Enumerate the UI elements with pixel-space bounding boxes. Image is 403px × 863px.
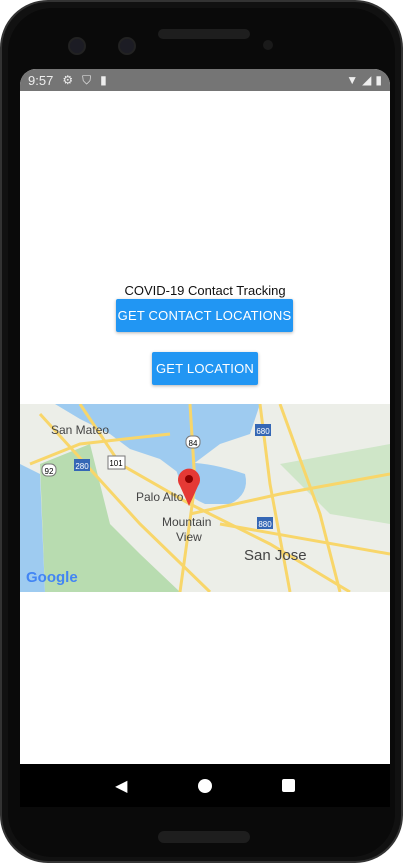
home-button[interactable]: [197, 778, 212, 793]
back-button[interactable]: ◀: [115, 776, 127, 796]
gear-icon: ⚙: [62, 73, 74, 87]
map-label-mountain-view-2: View: [176, 530, 202, 544]
battery-icon: ▮: [375, 73, 382, 87]
phone-frame: 9:57 ⚙ ⛉ ▮ ▼ ◢ ▮ COVID-19 Contact Tracki…: [0, 0, 403, 863]
shield-680: 680: [256, 427, 270, 436]
shield-280: 280: [75, 462, 89, 471]
clock: 9:57: [28, 72, 54, 88]
map-label-palo-alto: Palo Alto: [136, 490, 184, 504]
sensor: [263, 40, 273, 50]
map-view[interactable]: San Mateo Palo Alto Mountain View San Jo…: [20, 403, 390, 594]
shield-92: 92: [45, 467, 54, 476]
shield-880: 880: [258, 520, 272, 529]
screen: 9:57 ⚙ ⛉ ▮ ▼ ◢ ▮ COVID-19 Contact Tracki…: [20, 69, 390, 807]
signal-icon: ◢: [362, 73, 372, 87]
map-label-san-mateo: San Mateo: [51, 423, 109, 437]
google-logo: Google: [26, 569, 78, 586]
speaker: [158, 29, 250, 39]
shield-101: 101: [109, 459, 123, 468]
app-title: COVID-19 Contact Tracking: [124, 283, 286, 298]
map-label-san-jose: San Jose: [244, 547, 307, 564]
get-contact-locations-button[interactable]: GET CONTACT LOCATIONS: [116, 299, 293, 332]
navigation-bar: ◀: [20, 764, 390, 807]
camera-icon: [118, 37, 136, 55]
sd-card-icon: ▮: [100, 73, 107, 87]
camera-icon: [68, 37, 86, 55]
wifi-icon: ▼: [346, 73, 359, 87]
play-protect-icon: ⛉: [82, 72, 92, 87]
get-location-button[interactable]: GET LOCATION: [152, 352, 258, 385]
recents-button[interactable]: [281, 779, 295, 792]
speaker: [158, 831, 250, 843]
status-bar: 9:57 ⚙ ⛉ ▮ ▼ ◢ ▮: [20, 69, 390, 91]
shield-84: 84: [189, 439, 198, 448]
map-label-mountain-view: Mountain: [162, 515, 211, 529]
